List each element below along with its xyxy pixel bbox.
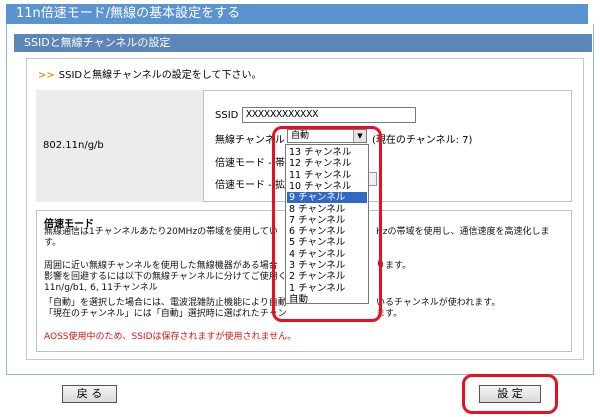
double-chevron-icon: >> [38,70,55,81]
help-line: 「自動」を選択した場合には、電波混雑防止機能により自動 [44,298,287,308]
ssid-input[interactable]: XXXXXXXXXXXX [242,107,416,123]
highlight-annotation [272,126,382,322]
mode-label: 802.11n/g/b [43,140,104,151]
help-line: 「現在のチャンネル」には「自動」選択時に選ばれたチャン [44,309,287,319]
help-line: 影響を回避するには以下の無線チャンネルに分けてご使用く [44,272,287,282]
help-line: す。 [44,238,62,248]
help-line: 11n/g/b1, 6, 11チャンネル [44,283,158,293]
help-line: 無線通信は1チャンネルあたり20MHzの帯域を使用してい [44,227,278,237]
ssid-label: SSID : [215,110,245,121]
help-line: 周囲に近い無線チャンネルを使用した無線機器がある場合 [44,261,278,271]
instruction-text: >> SSIDと無線チャンネルの設定をして下さい。 [38,66,262,81]
aoss-warning: AOSS使用中のため、SSIDは保存されますが使用されません。 [44,332,297,342]
instruction-label: SSIDと無線チャンネルの設定をして下さい。 [58,70,262,81]
back-button[interactable]: 戻 る [62,385,117,403]
current-channel: (現在のチャンネル: 7) [372,135,473,146]
help-line: Hzの帯域を使用し、通信速度を高速化しま [376,227,550,237]
section-title: SSIDと無線チャンネルの設定 [14,34,592,52]
highlight-annotation [462,374,558,414]
page-title: 11n倍速モード/無線の基本設定をする [6,4,588,24]
help-line: いるチャンネルが使われます。 [376,298,501,308]
